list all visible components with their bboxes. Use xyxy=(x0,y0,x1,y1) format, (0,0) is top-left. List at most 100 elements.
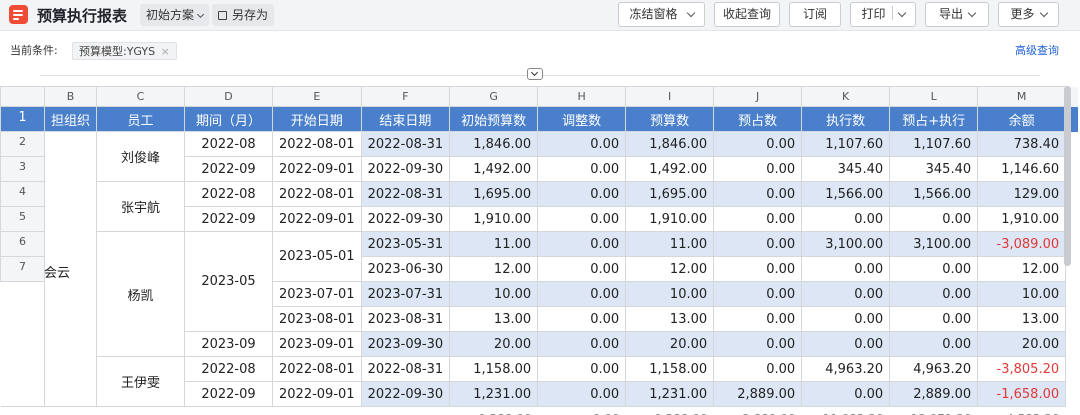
reserved-cell[interactable]: 0.00 xyxy=(713,281,803,307)
adjust-cell[interactable]: 0.00 xyxy=(537,306,627,332)
end-date-cell[interactable]: 2023-09-30 xyxy=(360,331,451,357)
adjust-cell[interactable]: 0.00 xyxy=(537,356,627,382)
employee-cell[interactable]: 王伊雯 xyxy=(96,356,186,407)
adjust-cell[interactable]: 0.00 xyxy=(537,156,627,182)
column-header[interactable]: 员工 xyxy=(96,106,186,132)
res-exec-cell[interactable]: 0.00 xyxy=(889,331,979,357)
res-exec-cell[interactable]: 1,566.00 xyxy=(889,181,979,207)
balance-cell[interactable]: -3,805.20 xyxy=(977,356,1067,382)
reserved-cell[interactable]: 0.00 xyxy=(713,131,803,157)
column-header[interactable]: 初始预算数 xyxy=(449,106,539,132)
executed-cell[interactable]: 4,963.20 xyxy=(801,356,891,382)
reserved-cell[interactable]: 0.00 xyxy=(713,206,803,232)
period-cell[interactable]: 2022-09 xyxy=(184,156,274,182)
balance-cell[interactable]: 129.00 xyxy=(977,181,1067,207)
end-date-cell[interactable]: 2022-09-30 xyxy=(360,206,451,232)
collapse-query-button[interactable]: 收起查询 xyxy=(714,2,780,27)
balance-cell[interactable]: 1,146.60 xyxy=(977,156,1067,182)
reserved-cell[interactable]: 0.00 xyxy=(713,156,803,182)
balance-cell[interactable]: 13.00 xyxy=(977,306,1067,332)
budget-cell[interactable]: 1,158.00 xyxy=(625,356,715,382)
executed-cell[interactable]: 3,100.00 xyxy=(801,231,891,257)
collapse-toggle-icon[interactable] xyxy=(527,68,543,80)
filter-tag[interactable]: 预算模型:YGYS × xyxy=(72,42,177,60)
more-button[interactable]: 更多 xyxy=(998,2,1059,27)
res-exec-cell[interactable]: 345.40 xyxy=(889,156,979,182)
initial-cell[interactable]: 10.00 xyxy=(449,281,539,307)
column-header[interactable]: 余额 xyxy=(977,106,1067,132)
budget-cell[interactable]: 20.00 xyxy=(625,331,715,357)
executed-cell[interactable]: 1,107.60 xyxy=(801,131,891,157)
reserved-cell[interactable]: 0.00 xyxy=(713,231,803,257)
reserved-cell[interactable]: 0.00 xyxy=(713,331,803,357)
adjust-cell[interactable]: 0.00 xyxy=(537,281,627,307)
balance-cell[interactable]: 1,910.00 xyxy=(977,206,1067,232)
budget-cell[interactable]: 1,846.00 xyxy=(625,131,715,157)
end-date-cell[interactable]: 2023-08-31 xyxy=(360,306,451,332)
column-header[interactable]: 预占数 xyxy=(713,106,803,132)
initial-cell[interactable]: 1,695.00 xyxy=(449,181,539,207)
adjust-cell[interactable]: 0.00 xyxy=(537,231,627,257)
adjust-cell[interactable]: 0.00 xyxy=(537,256,627,282)
res-exec-cell[interactable]: 1,107.60 xyxy=(889,131,979,157)
column-header[interactable]: 预占+执行 xyxy=(889,106,979,132)
end-date-cell[interactable]: 2022-09-30 xyxy=(360,381,451,407)
column-header[interactable]: 预算数 xyxy=(625,106,715,132)
start-date-cell[interactable]: 2023-07-01 xyxy=(272,281,362,307)
executed-cell[interactable]: 0.00 xyxy=(801,331,891,357)
end-date-cell[interactable]: 2022-09-30 xyxy=(360,156,451,182)
save-as-button[interactable]: 另存为 xyxy=(212,4,275,26)
start-date-cell[interactable]: 2022-09-01 xyxy=(272,206,362,232)
scheme-dropdown[interactable]: 初始方案 xyxy=(140,4,210,26)
period-cell[interactable]: 2023-05 xyxy=(184,231,274,332)
budget-cell[interactable]: 10.00 xyxy=(625,281,715,307)
executed-cell[interactable]: 0.00 xyxy=(801,256,891,282)
employee-cell[interactable]: 张宇航 xyxy=(96,181,186,232)
res-exec-cell[interactable]: 0.00 xyxy=(889,306,979,332)
end-date-cell[interactable]: 2022-08-31 xyxy=(360,181,451,207)
initial-cell[interactable]: 1,158.00 xyxy=(449,356,539,382)
initial-cell[interactable]: 13.00 xyxy=(449,306,539,332)
end-date-cell[interactable]: 2023-07-31 xyxy=(360,281,451,307)
freeze-panes-button[interactable]: 冻结窗格 xyxy=(618,2,705,27)
start-date-cell[interactable]: 2022-09-01 xyxy=(272,381,362,407)
balance-cell[interactable]: 20.00 xyxy=(977,331,1067,357)
adjust-cell[interactable]: 0.00 xyxy=(537,131,627,157)
budget-cell[interactable]: 1,910.00 xyxy=(625,206,715,232)
start-date-cell[interactable]: 2023-09-01 xyxy=(272,331,362,357)
adjust-cell[interactable]: 0.00 xyxy=(537,181,627,207)
start-date-cell[interactable]: 2023-08-01 xyxy=(272,306,362,332)
res-exec-cell[interactable]: 4,963.20 xyxy=(889,356,979,382)
period-cell[interactable]: 2022-09 xyxy=(184,206,274,232)
budget-cell[interactable]: 13.00 xyxy=(625,306,715,332)
advanced-query-link[interactable]: 高级查询 xyxy=(1015,42,1059,58)
start-date-cell[interactable]: 2022-08-01 xyxy=(272,131,362,157)
reserved-cell[interactable]: 0.00 xyxy=(713,306,803,332)
export-button[interactable]: 导出 xyxy=(925,2,989,27)
start-date-cell[interactable]: 2022-08-01 xyxy=(272,181,362,207)
adjust-cell[interactable]: 0.00 xyxy=(537,206,627,232)
period-cell[interactable]: 2022-08 xyxy=(184,181,274,207)
subscribe-button[interactable]: 订阅 xyxy=(789,2,841,27)
column-header[interactable]: 调整数 xyxy=(537,106,627,132)
vertical-scrollbar[interactable] xyxy=(1064,86,1071,266)
balance-cell[interactable]: -1,658.00 xyxy=(977,381,1067,407)
res-exec-cell[interactable]: 3,100.00 xyxy=(889,231,979,257)
res-exec-cell[interactable]: 0.00 xyxy=(889,281,979,307)
employee-cell[interactable]: 刘俊峰 xyxy=(96,131,186,182)
executed-cell[interactable]: 1,566.00 xyxy=(801,181,891,207)
column-header[interactable]: 结束日期 xyxy=(360,106,451,132)
adjust-cell[interactable]: 0.00 xyxy=(537,381,627,407)
column-header[interactable]: 期间（月） xyxy=(184,106,274,132)
budget-cell[interactable]: 1,695.00 xyxy=(625,181,715,207)
res-exec-cell[interactable]: 0.00 xyxy=(889,256,979,282)
period-cell[interactable]: 2022-08 xyxy=(184,356,274,382)
end-date-cell[interactable]: 2023-06-30 xyxy=(360,256,451,282)
balance-cell[interactable]: -3,089.00 xyxy=(977,231,1067,257)
period-cell[interactable]: 2022-08 xyxy=(184,131,274,157)
start-date-cell[interactable]: 2022-08-01 xyxy=(272,356,362,382)
initial-cell[interactable]: 1,492.00 xyxy=(449,156,539,182)
executed-cell[interactable]: 0.00 xyxy=(801,306,891,332)
column-header[interactable]: 执行数 xyxy=(801,106,891,132)
start-date-cell[interactable]: 2023-05-01 xyxy=(272,231,362,282)
